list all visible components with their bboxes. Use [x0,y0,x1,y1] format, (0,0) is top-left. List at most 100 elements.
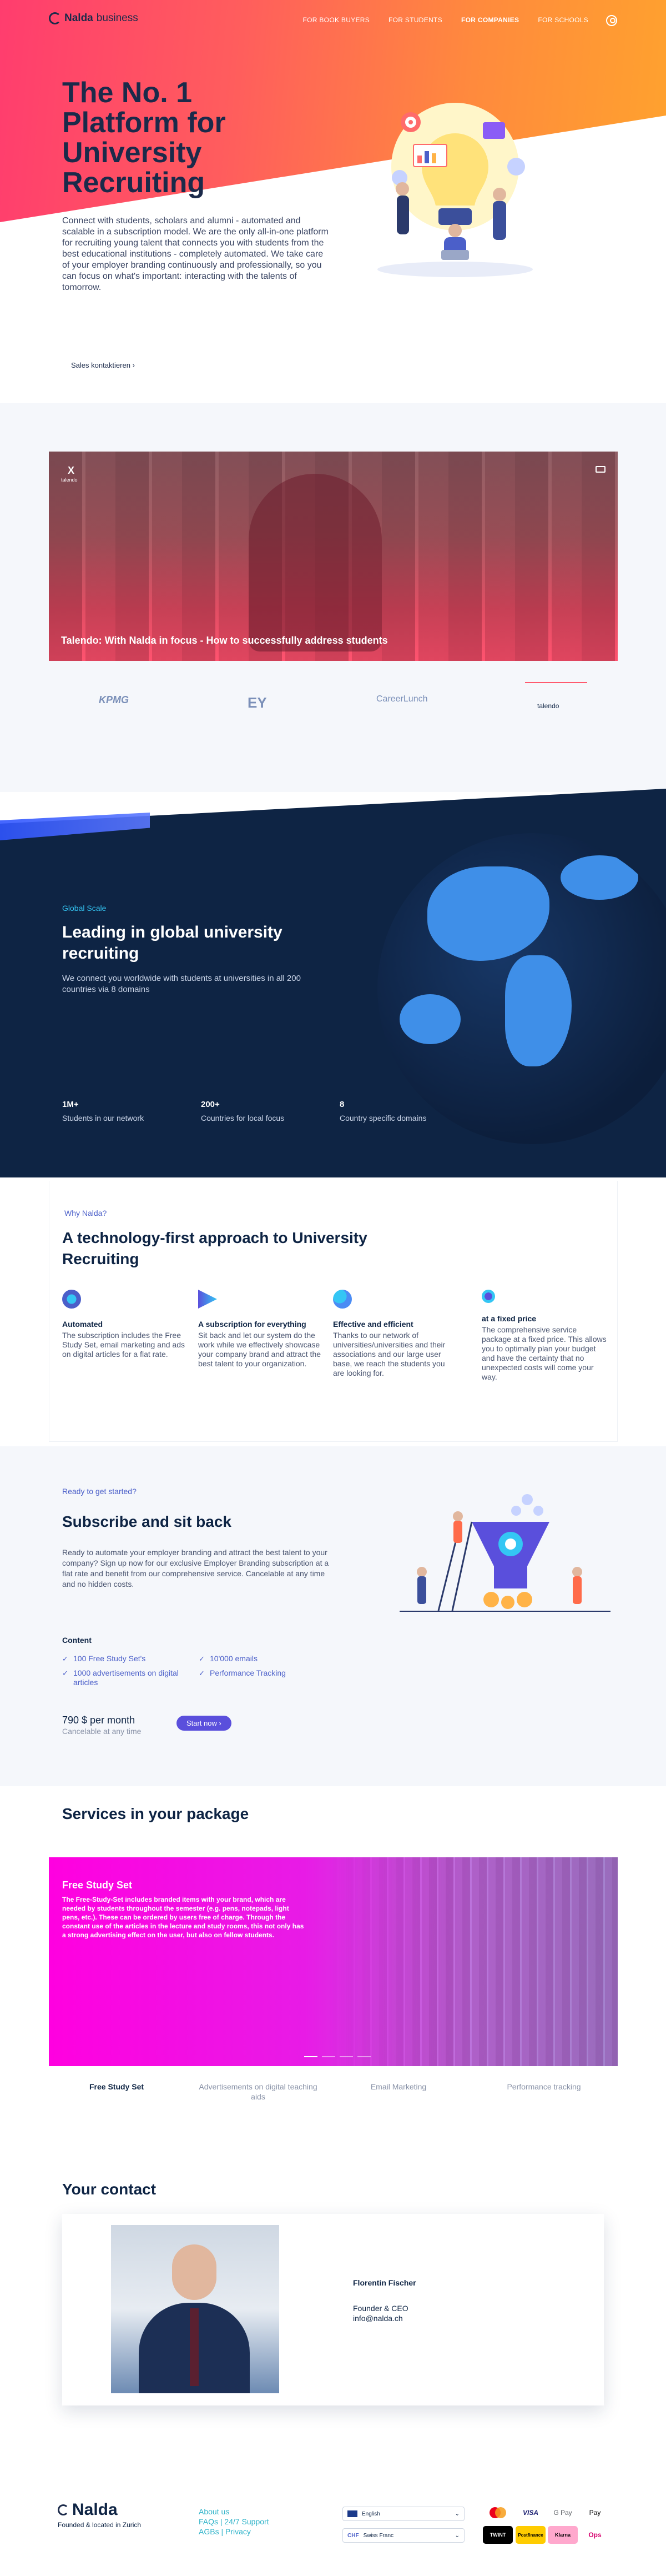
currency-code: CHF [347,2532,359,2539]
hero-section: Nalda business FOR BOOK BUYERS FOR STUDE… [0,0,666,400]
talendo-small-label: talendo [61,477,78,483]
subscribe-title: Subscribe and sit back [62,1513,231,1530]
google-pay-icon: G Pay [553,2509,572,2517]
automated-gear-icon [62,1290,81,1309]
careerlunch-logo: CareerLunch [376,694,428,704]
tab-digital-ads[interactable]: Advertisements on digital teaching aids [194,2082,322,2102]
price-note: Cancelable at any time [62,1727,142,1736]
top-nav: Nalda business FOR BOOK BUYERS FOR STUDE… [0,12,666,30]
slide-dot[interactable] [357,2056,371,2057]
chevron-down-icon: ⌄ [455,2510,460,2517]
photo-head [172,2244,216,2300]
nalda-business-logo[interactable]: Nalda business [49,12,138,24]
video-section: X talendo Talendo: With Nalda in focus -… [0,403,666,792]
logo-thin: business [96,12,138,24]
nalda-logo-icon [49,12,61,24]
stat-label: Students in our network [62,1114,144,1122]
page: Nalda business FOR BOOK BUYERS FOR STUDE… [0,0,666,2576]
apple-pay-icon: Pay [589,2509,601,2517]
kpmg-logo: KPMG [99,694,129,705]
feature-title: Automated [62,1320,103,1329]
ey-logo: EY [248,694,267,711]
pie-chart-icon [333,1290,352,1309]
ops-icon: Ops [588,2531,602,2539]
uk-flag-icon [347,2510,357,2517]
slide-dot[interactable] [340,2056,353,2057]
currency-select[interactable]: CHF Swiss Franc ⌄ [342,2528,465,2543]
footer-subtitle: Founded & located in Zurich [58,2521,142,2529]
hero-text: Connect with students, scholars and alum… [62,216,329,292]
video-person [249,474,382,651]
klarna-icon: Klarna [548,2526,578,2544]
testimonial-video[interactable]: X talendo Talendo: With Nalda in focus -… [49,452,618,661]
feature-automated: Automated The subscription includes the … [62,1290,187,1359]
services-title: Services in your package [62,1805,249,1822]
feature-title: A subscription for everything [198,1320,306,1329]
content-label: Content [62,1636,92,1645]
visa-icon: VISA [522,2509,538,2517]
global-kicker: Global Scale [62,904,107,913]
partner-logos: KPMG EY CareerLunch talendo [49,682,618,715]
tab-email-marketing[interactable]: Email Marketing [335,2082,462,2092]
global-title: Leading in global university recruiting [62,923,282,963]
price: 790 $ per month [62,1715,135,1726]
contact-email-link[interactable]: info@nalda.ch [353,2314,403,2323]
contact-role: Founder & CEO [353,2304,408,2313]
footer-logo-text: Nalda [72,2500,118,2519]
footer-links: About us FAQs | 24/7 Support AGBs | Priv… [199,2507,269,2537]
feature-fixed-price: at a fixed price The comprehensive servi… [482,1290,607,1382]
nav-students[interactable]: FOR STUDENTS [389,16,442,24]
feature-title: Effective and efficient [333,1320,413,1329]
active-logo-indicator [525,682,587,683]
stat-label: Countries for local focus [201,1114,285,1122]
slide-dot[interactable] [304,2056,317,2057]
feature-text: Thanks to our network of universities/un… [333,1331,446,1377]
photo-tie [190,2308,199,2386]
stat-value: 1M+ [62,1100,79,1109]
nav-links: FOR BOOK BUYERS FOR STUDENTS FOR COMPANI… [303,16,588,24]
language-select[interactable]: English ⌄ [342,2507,465,2521]
contact-photo [111,2225,279,2393]
feature-text: Sit back and let our system do the work … [198,1331,321,1368]
contact-name: Florentin Fischer [353,2278,416,2287]
subscribe-kicker: Ready to get started? [62,1487,137,1496]
play-arrow-icon [198,1290,217,1309]
funnel-illustration [400,1494,610,1612]
tab-performance-tracking[interactable]: Performance tracking [480,2082,608,2092]
tab-free-study-set[interactable]: Free Study Set [53,2082,180,2092]
stat-students: 1M+ Students in our network [62,1100,144,1124]
logo-bold: Nalda [64,12,93,24]
twint-icon: TWINT [483,2526,513,2544]
stat-label: Country specific domains [340,1114,427,1122]
slide-dot[interactable] [322,2056,335,2057]
content-item: 100 Free Study Set's [62,1654,184,1663]
start-now-button[interactable]: Start now › [176,1716,231,1731]
feature-text: The subscription includes the Free Study… [62,1331,185,1359]
global-text: We connect you worldwide with students a… [62,974,301,994]
nav-companies[interactable]: FOR COMPANIES [461,16,519,24]
stat-domains: 8 Country specific domains [340,1100,426,1124]
fullscreen-icon[interactable] [596,466,606,473]
footer-logo[interactable]: Nalda [58,2500,118,2519]
content-item: Performance Tracking [199,1668,321,1678]
why-kicker: Why Nalda? [64,1209,107,1217]
content-item: 1000 advertisements on digital articles [62,1668,195,1687]
language-value: English [362,2510,380,2517]
footer-link-about[interactable]: About us [199,2507,269,2517]
user-account-icon[interactable] [606,15,617,26]
bookshelf-background [329,1857,618,2066]
slider-indicator [304,2056,371,2057]
footer-link-faq[interactable]: FAQs | 24/7 Support [199,2517,269,2527]
slide-text: The Free-Study-Set includes branded item… [62,1896,304,1939]
stat-value: 8 [340,1100,345,1109]
sales-contact-button[interactable]: Sales kontaktieren › [62,359,144,372]
contact-title: Your contact [62,2181,157,2198]
nav-book-buyers[interactable]: FOR BOOK BUYERS [303,16,370,24]
nav-schools[interactable]: FOR SCHOOLS [538,16,588,24]
services-slider[interactable]: Free Study Set The Free-Study-Set includ… [49,1857,618,2066]
content-item: 10'000 emails [199,1654,321,1663]
footer-link-agb[interactable]: AGBs | Privacy [199,2527,269,2537]
feature-title: at a fixed price [482,1314,537,1323]
feature-text: The comprehensive service package at a f… [482,1325,607,1381]
video-title: Talendo: With Nalda in focus - How to su… [61,635,388,646]
